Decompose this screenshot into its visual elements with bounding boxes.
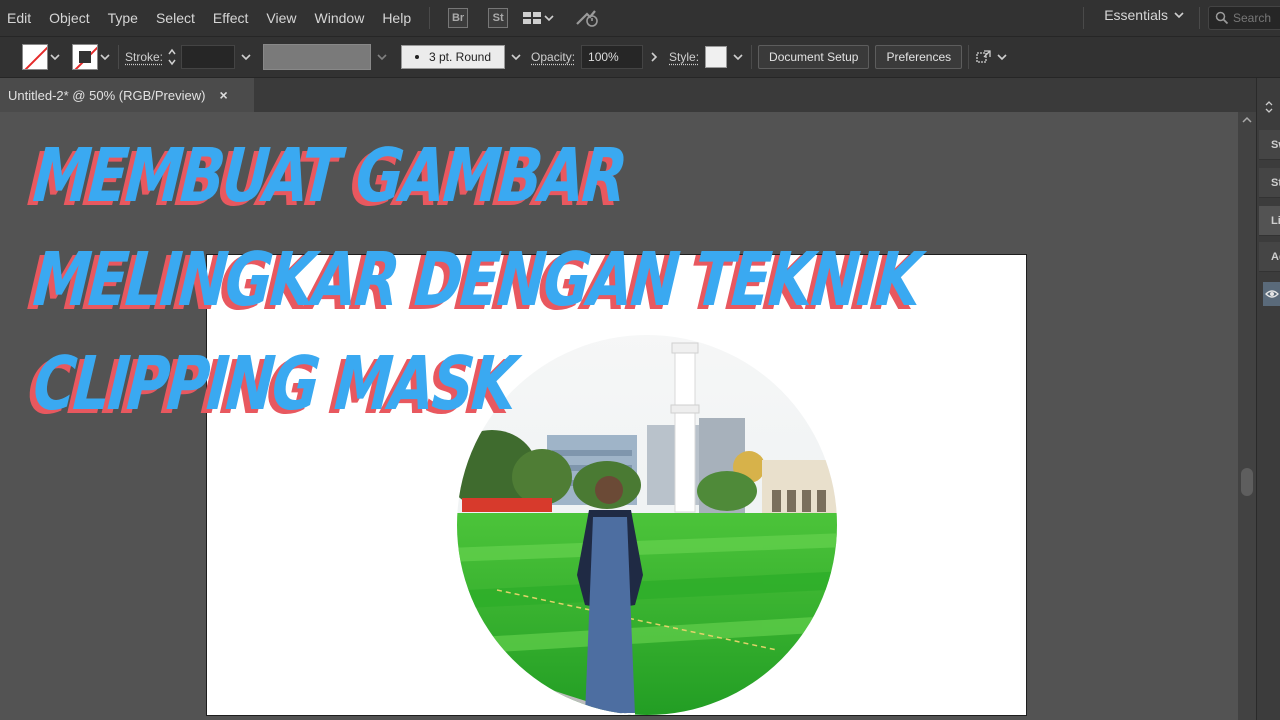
title-line-2-text: MELINGKAR DENGAN TEKNIK	[30, 237, 923, 323]
variable-width-profile[interactable]	[263, 44, 372, 70]
menu-bar: Edit Object Type Select Effect View Wind…	[0, 0, 1280, 36]
eye-icon[interactable]	[1263, 282, 1280, 306]
control-separator	[118, 45, 119, 69]
menu-window[interactable]: Window	[307, 0, 375, 36]
menu-view[interactable]: View	[258, 0, 306, 36]
opacity-label[interactable]: Opacity:	[531, 50, 575, 64]
chevron-down-icon[interactable]	[731, 50, 745, 64]
document-tab-title: Untitled-2* @ 50% (RGB/Preview)	[8, 87, 206, 103]
title-line-3-text: CLIPPING MASK	[30, 341, 518, 427]
panel-tab-actions[interactable]: Ac	[1259, 242, 1280, 272]
menu-edit[interactable]: Edit	[0, 0, 41, 36]
brush-definition-field[interactable]: 3 pt. Round	[401, 45, 506, 69]
chevron-down-icon	[1174, 12, 1184, 19]
document-tab[interactable]: Untitled-2* @ 50% (RGB/Preview) ×	[0, 78, 254, 112]
gpu-performance-icon[interactable]	[574, 8, 600, 28]
menu-type[interactable]: Type	[100, 0, 148, 36]
title-line-2: MELINGKAR DENGAN TEKNIK MELINGKAR DENGAN…	[24, 232, 922, 336]
panel-tab-links[interactable]: Li	[1259, 206, 1280, 236]
document-tab-bar: Untitled-2* @ 50% (RGB/Preview) ×	[0, 78, 1256, 112]
title-line-3: CLIPPING MASK CLIPPING MASK	[24, 336, 735, 440]
preferences-button[interactable]: Preferences	[875, 45, 963, 69]
title-line-1: MEMBUAT GAMBAR MEMBUAT GAMBAR	[24, 128, 735, 232]
transform-icon[interactable]	[975, 49, 1007, 65]
stroke-swatch[interactable]	[72, 44, 98, 70]
panel-collapse-toggle[interactable]	[1259, 96, 1280, 118]
panel-tab-swatches[interactable]: Sw	[1259, 130, 1280, 160]
video-title-overlay: MEMBUAT GAMBAR MEMBUAT GAMBAR MELINGKAR …	[24, 128, 928, 440]
arrange-documents-icon[interactable]	[522, 11, 554, 25]
canvas-area[interactable]: MEMBUAT GAMBAR MEMBUAT GAMBAR MELINGKAR …	[0, 112, 1238, 720]
chevron-down-icon[interactable]	[375, 50, 389, 64]
brush-value: 3 pt. Round	[428, 50, 492, 64]
right-panel-dock: Sw St Li Ac	[1256, 78, 1280, 720]
arrow-right-icon[interactable]	[647, 50, 661, 64]
stroke-label[interactable]: Stroke:	[125, 50, 163, 64]
workspace-switcher[interactable]: Essentials	[1104, 7, 1184, 23]
panel-tab-stroke[interactable]: St	[1259, 168, 1280, 198]
menu-select[interactable]: Select	[148, 0, 205, 36]
search-placeholder: Search	[1233, 11, 1272, 25]
close-icon[interactable]: ×	[219, 87, 227, 103]
control-separator	[751, 45, 753, 69]
opacity-field[interactable]: 100%	[581, 45, 644, 69]
control-bar: Stroke: 3 pt. Round Opacity: 100% Style:…	[0, 36, 1280, 78]
document-setup-button[interactable]: Document Setup	[758, 45, 870, 69]
workspace-label: Essentials	[1104, 7, 1168, 23]
chevron-down-icon[interactable]	[509, 50, 523, 64]
search-input[interactable]: Search	[1208, 6, 1280, 30]
chevron-down-icon	[544, 15, 554, 22]
chevron-down-icon[interactable]	[48, 50, 62, 64]
vertical-scrollbar[interactable]	[1238, 112, 1256, 720]
fill-swatch[interactable]	[22, 44, 48, 70]
menu-separator	[1199, 7, 1200, 29]
menu-separator	[429, 7, 431, 29]
illustrator-window: Edit Object Type Select Effect View Wind…	[0, 0, 1280, 720]
stock-button[interactable]: St	[488, 8, 509, 28]
style-label[interactable]: Style:	[669, 50, 699, 64]
graphic-style-swatch[interactable]	[705, 46, 728, 68]
menu-help[interactable]: Help	[374, 0, 421, 36]
control-separator	[968, 45, 970, 69]
menu-separator	[1083, 7, 1084, 29]
scrollbar-thumb[interactable]	[1241, 468, 1253, 496]
menu-object[interactable]: Object	[41, 0, 99, 36]
menu-effect[interactable]: Effect	[205, 0, 259, 36]
chevron-down-icon[interactable]	[239, 50, 253, 64]
chevron-down-icon[interactable]	[98, 50, 112, 64]
brush-dot	[414, 55, 419, 59]
chevron-down-icon	[997, 54, 1007, 61]
title-line-1-text: MEMBUAT GAMBAR	[30, 133, 629, 219]
stroke-weight-stepper-icon[interactable]	[163, 44, 181, 70]
scroll-up-icon[interactable]	[1242, 116, 1252, 127]
bridge-button[interactable]: Br	[448, 8, 469, 28]
search-icon	[1215, 11, 1229, 25]
stroke-weight-field[interactable]	[181, 45, 236, 69]
